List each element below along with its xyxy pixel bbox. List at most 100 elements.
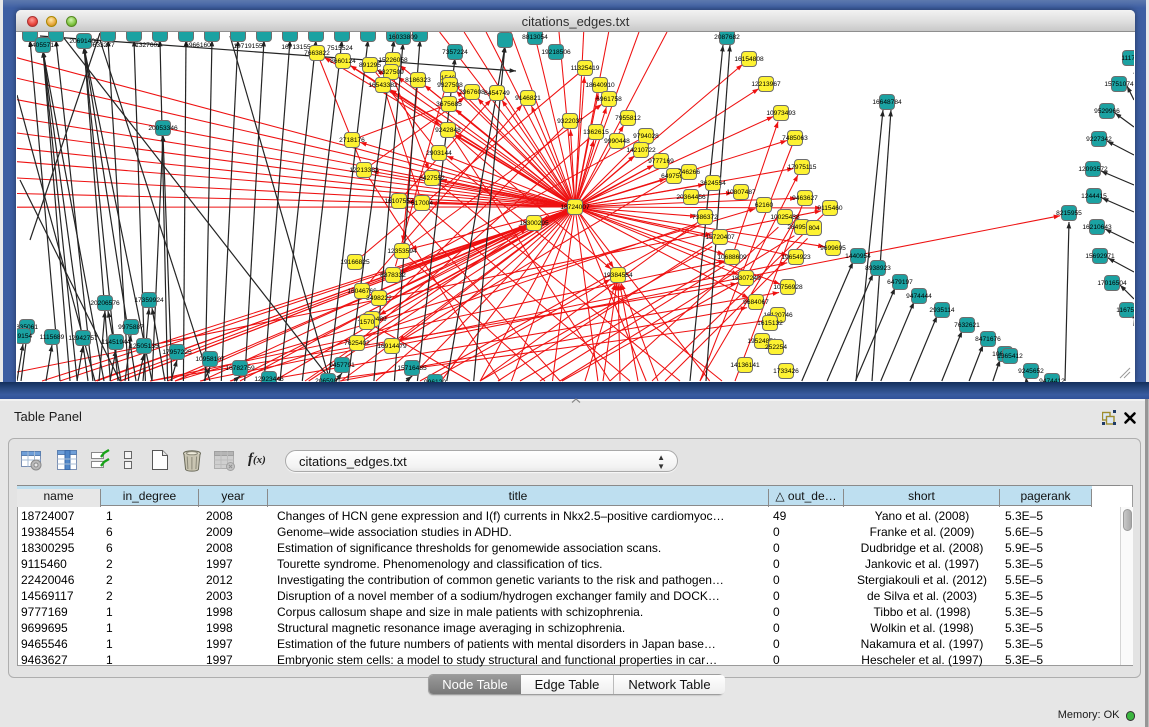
svg-text:17016504: 17016504 [1097,280,1127,287]
svg-text:39154: 39154 [17,333,32,340]
svg-text:7485063: 7485063 [782,135,808,142]
svg-text:9529966: 9529966 [1094,108,1120,115]
svg-text:20053346: 20053346 [148,125,178,132]
svg-text:8471676: 8471676 [975,336,1001,343]
svg-text:9474444: 9474444 [906,293,932,300]
svg-text:17975115: 17975115 [788,164,817,171]
svg-text:19384554: 19384554 [603,272,633,279]
svg-text:746266: 746266 [678,169,700,176]
svg-text:8938923: 8938923 [865,265,891,272]
svg-text:116753: 116753 [1116,307,1134,314]
svg-text:2967608: 2967608 [459,89,485,96]
svg-text:1440954: 1440954 [845,253,871,260]
svg-text:18300295: 18300295 [519,220,549,227]
svg-text:3675685: 3675685 [436,101,462,108]
svg-text:11325419: 11325419 [571,65,600,72]
svg-text:8454749: 8454749 [484,90,510,97]
svg-text:9227342: 9227342 [1086,136,1112,143]
svg-text:18307249: 18307249 [731,275,761,282]
svg-text:20691406: 20691406 [69,38,99,45]
svg-text:10958107: 10958107 [195,356,225,363]
svg-text:15716485: 15716485 [397,365,427,372]
svg-text:10973493: 10973493 [766,110,796,117]
svg-text:7386372: 7386372 [692,214,718,221]
svg-text:12353594: 12353594 [387,248,417,255]
svg-text:9684067: 9684067 [743,299,769,306]
svg-text:9242848: 9242848 [435,127,461,134]
svg-text:9463627: 9463627 [792,195,818,202]
svg-text:7663822: 7663822 [304,50,330,57]
svg-text:10807487: 10807487 [726,189,756,196]
svg-text:2087682: 2087682 [714,34,740,41]
svg-text:7357224: 7357224 [442,49,468,56]
svg-text:12213383: 12213383 [349,167,379,174]
svg-text:16648784: 16648784 [872,99,902,106]
svg-text:9699695: 9699695 [820,245,846,252]
svg-text:2935114: 2935114 [929,307,955,314]
svg-text:8427552: 8427552 [419,175,445,182]
svg-text:2903144: 2903144 [426,150,452,157]
svg-text:9990448: 9990448 [604,138,630,145]
svg-text:12093572: 12093572 [1078,166,1108,173]
svg-text:24055714: 24055714 [28,42,58,49]
svg-text:1327602: 1327602 [135,42,161,49]
svg-text:2718176: 2718176 [339,137,365,144]
svg-text:9777169: 9777169 [648,158,674,165]
svg-text:1362615: 1362615 [583,129,609,136]
svg-text:18640910: 18640910 [585,82,615,89]
svg-text:19166825: 19166825 [340,259,370,266]
svg-text:15751074: 15751074 [1104,81,1134,88]
svg-text:9322037: 9322037 [557,118,583,125]
svg-text:14210722: 14210722 [626,147,656,154]
svg-text:804: 804 [808,225,819,232]
svg-text:15692971: 15692971 [1085,253,1115,260]
svg-text:17359924: 17359924 [134,297,164,304]
svg-text:18724007: 18724007 [560,204,590,211]
svg-text:16154808: 16154808 [734,56,764,63]
svg-text:11451944: 11451944 [102,339,131,346]
svg-text:16210643: 16210643 [1082,224,1112,231]
svg-text:16782759: 16782759 [225,365,255,372]
svg-text:8878332: 8878332 [380,272,406,279]
svg-text:14136141: 14136141 [730,362,760,369]
svg-text:12942757: 12942757 [68,335,98,342]
svg-text:62160: 62160 [755,202,774,209]
svg-text:11172: 11172 [1121,55,1134,62]
svg-text:9975887: 9975887 [118,324,144,331]
svg-text:20206576: 20206576 [90,300,120,307]
svg-text:3624554: 3624554 [700,180,726,187]
svg-text:19654923: 19654923 [781,254,811,261]
svg-text:9115460: 9115460 [817,205,843,212]
svg-text:1733426: 1733426 [773,368,799,375]
svg-text:6966160: 6966160 [185,42,211,49]
svg-text:7632621: 7632621 [954,322,980,329]
svg-text:12213967: 12213967 [751,81,781,88]
svg-text:1244415: 1244415 [1081,193,1107,200]
svg-text:10688609: 10688609 [717,254,747,261]
svg-text:9327509: 9327509 [378,69,404,76]
svg-text:9327508: 9327508 [437,82,463,89]
svg-text:7515524: 7515524 [327,45,353,52]
svg-text:7625402: 7625402 [344,340,370,347]
svg-text:20364456: 20364456 [676,194,706,201]
svg-text:9794028: 9794028 [633,133,659,140]
svg-text:6479197: 6479197 [887,279,913,286]
svg-text:1615132: 1615132 [757,320,783,327]
svg-text:1570: 1570 [360,319,375,326]
svg-text:6961758: 6961758 [596,96,622,103]
svg-text:16033809: 16033809 [388,34,418,41]
svg-text:10719155: 10719155 [233,43,263,50]
svg-text:1365412: 1365412 [997,353,1023,360]
svg-text:8660124: 8660124 [330,58,356,65]
svg-text:10756928: 10756928 [773,284,803,291]
svg-text:8813054: 8813054 [522,34,548,41]
svg-text:17957225: 17957225 [162,349,192,356]
svg-text:617004: 617004 [411,200,433,207]
svg-text:8215955: 8215955 [1056,210,1082,217]
svg-text:15720407: 15720407 [705,234,735,241]
svg-text:8186323: 8186323 [405,77,431,84]
svg-text:15226058: 15226058 [378,57,408,64]
svg-text:9457791: 9457791 [329,362,355,369]
svg-text:1115689: 1115689 [40,334,65,341]
svg-text:16107552: 16107552 [384,198,414,205]
